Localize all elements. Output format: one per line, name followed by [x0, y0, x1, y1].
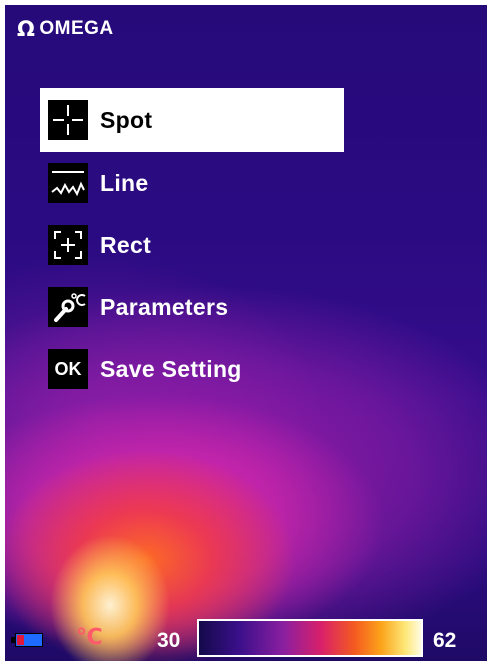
- brand-logo: Ω OMEGA: [17, 18, 114, 40]
- menu-item-label: Parameters: [100, 293, 229, 320]
- max-temperature: 62: [433, 629, 457, 652]
- temperature-unit: ℃: [76, 625, 103, 650]
- ok-icon-text: OK: [54, 358, 82, 379]
- thermal-camera-screen: Ω OMEGA Spot Line Rect Parameters OK Sav…: [5, 5, 487, 661]
- menu-item-line[interactable]: Line: [40, 152, 344, 214]
- menu-item-rect[interactable]: Rect: [40, 214, 344, 276]
- menu-item-label: Rect: [100, 231, 152, 258]
- wrench-celsius-icon: [48, 287, 88, 327]
- crosshair-icon: [48, 100, 88, 140]
- line-profile-icon: [48, 163, 88, 203]
- battery-icon: [11, 633, 43, 647]
- menu-item-save-setting[interactable]: OK Save Setting: [40, 338, 344, 400]
- min-temperature: 30: [157, 629, 181, 652]
- brand-name: OMEGA: [39, 18, 114, 39]
- rect-target-icon: [48, 225, 88, 265]
- menu-item-label: Line: [100, 169, 149, 196]
- measurement-menu: Spot Line Rect Parameters OK Save Settin…: [40, 88, 344, 400]
- menu-item-spot[interactable]: Spot: [40, 88, 344, 152]
- ok-icon: OK: [48, 349, 88, 389]
- menu-item-label: Save Setting: [100, 355, 242, 382]
- omega-logo-icon: Ω: [17, 16, 36, 41]
- color-palette-bar: [197, 619, 423, 657]
- menu-item-parameters[interactable]: Parameters: [40, 276, 344, 338]
- menu-item-label: Spot: [100, 106, 153, 133]
- status-bar: ℃ 30 62: [5, 611, 487, 661]
